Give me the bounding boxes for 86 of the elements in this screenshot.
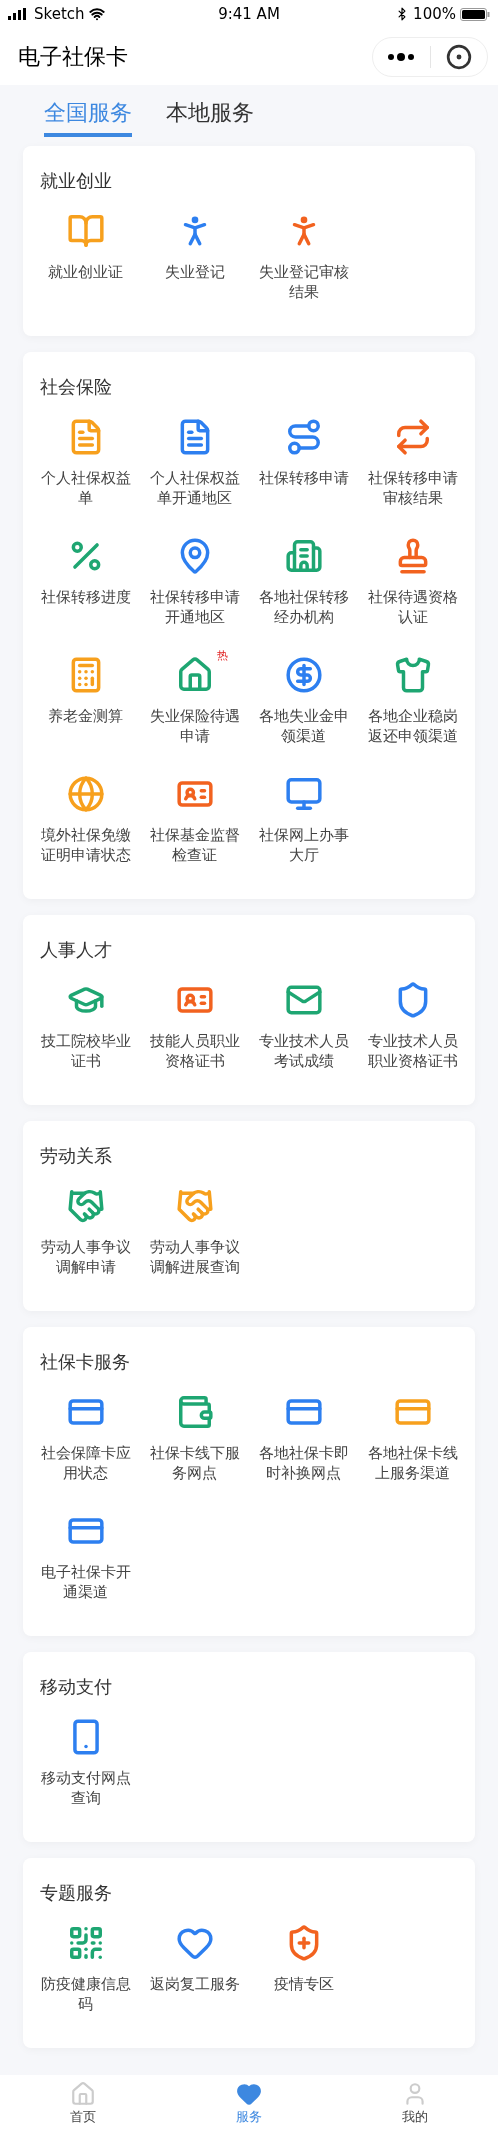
service-item[interactable]: 社保基金监督检查证: [140, 773, 249, 865]
section-title: 就业创业: [40, 168, 112, 193]
service-item[interactable]: 各地社保卡即时补换网点: [249, 1391, 358, 1483]
service-item[interactable]: 境外社保免缴证明申请状态: [31, 773, 140, 865]
service-label: 社保卡线下服务网点: [148, 1443, 241, 1483]
section-title: 社保卡服务: [40, 1349, 130, 1374]
service-item[interactable]: 移动支付网点查询: [31, 1716, 140, 1808]
service-item[interactable]: 养老金测算: [31, 654, 140, 746]
service-label: 个人社保权益单: [39, 468, 132, 508]
service-item[interactable]: 失业登记: [140, 210, 249, 302]
service-item[interactable]: 各地社保转移经办机构: [249, 535, 358, 627]
section-title: 移动支付: [40, 1674, 112, 1699]
section-title: 专题服务: [40, 1880, 112, 1905]
service-item[interactable]: 就业创业证: [31, 210, 140, 302]
service-label: 劳动人事争议调解申请: [39, 1237, 132, 1277]
section-title: 劳动关系: [40, 1143, 112, 1168]
service-item[interactable]: 各地企业稳岗返还申领渠道: [358, 654, 467, 746]
bottom-tab[interactable]: 首页: [0, 2080, 166, 2127]
service-item[interactable]: 劳动人事争议调解申请: [31, 1185, 140, 1277]
page-title: 电子社保卡: [18, 43, 128, 71]
service-label: 各地社保卡线上服务渠道: [366, 1443, 459, 1483]
service-label: 技工院校毕业证书: [39, 1031, 132, 1071]
service-label: 社保转移申请: [257, 468, 350, 488]
service-label: 社会保障卡应用状态: [39, 1443, 132, 1483]
service-label: 就业创业证: [47, 262, 124, 282]
service-item[interactable]: 防疫健康信息码: [31, 1922, 140, 2014]
service-label: 移动支付网点查询: [39, 1768, 132, 1808]
service-item[interactable]: 社保转移进度: [31, 535, 140, 627]
service-item[interactable]: 社保网上办事大厅: [249, 773, 358, 865]
service-label: 社保基金监督检查证: [148, 825, 241, 865]
service-item[interactable]: 劳动人事争议调解进展查询: [140, 1185, 249, 1277]
service-label: 劳动人事争议调解进展查询: [148, 1237, 241, 1277]
service-item[interactable]: 专业技术人员考试成绩: [249, 979, 358, 1071]
more-icon: [388, 52, 415, 61]
section-title: 人事人才: [40, 937, 112, 962]
service-label: 养老金测算: [47, 706, 124, 726]
service-item[interactable]: 社保转移申请: [249, 416, 358, 508]
service-item[interactable]: 失业登记审核结果: [249, 210, 358, 302]
service-item[interactable]: 技能人员职业资格证书: [140, 979, 249, 1071]
service-item[interactable]: 各地失业金申领渠道: [249, 654, 358, 746]
service-label: 技能人员职业资格证书: [148, 1031, 241, 1071]
service-label: 各地社保转移经办机构: [257, 587, 350, 627]
service-label: 疫情专区: [272, 1974, 335, 1994]
service-item[interactable]: 社保转移申请开通地区: [140, 535, 249, 627]
service-item[interactable]: 疫情专区: [249, 1922, 358, 2014]
home-icon: [70, 2080, 96, 2107]
service-label: 失业登记: [163, 262, 226, 282]
service-label: 返岗复工服务: [148, 1974, 241, 1994]
service-item[interactable]: 各地社保卡线上服务渠道: [358, 1391, 467, 1483]
service-item[interactable]: 专业技术人员职业资格证书: [358, 979, 467, 1071]
clock-text: 9:41 AM: [217, 3, 281, 25]
service-label: 各地失业金申领渠道: [257, 706, 350, 746]
carrier-text: Sketch: [34, 3, 85, 25]
service-label: 防疫健康信息码: [39, 1974, 132, 2014]
section-title: 社会保险: [40, 374, 112, 399]
service-label: 社保转移申请开通地区: [148, 587, 241, 627]
service-item[interactable]: 社保卡线下服务网点: [140, 1391, 249, 1483]
service-item[interactable]: 返岗复工服务: [140, 1922, 249, 2014]
service-label: 社保待遇资格认证: [366, 587, 459, 627]
service-label: 各地企业稳岗返还申领渠道: [366, 706, 459, 746]
service-item[interactable]: 技工院校毕业证书: [31, 979, 140, 1071]
service-label: 社保转移申请审核结果: [366, 468, 459, 508]
service-label: 境外社保免缴证明申请状态: [39, 825, 132, 865]
service-label: 社保转移进度: [39, 587, 132, 607]
service-item[interactable]: 个人社保权益单开通地区: [140, 416, 249, 508]
service-item[interactable]: 社会保障卡应用状态: [31, 1391, 140, 1483]
service-label: 电子社保卡开通渠道: [39, 1562, 132, 1602]
service-item[interactable]: 社保待遇资格认证: [358, 535, 467, 627]
service-label: 各地社保卡即时补换网点: [257, 1443, 350, 1483]
hot-label: 热: [216, 650, 228, 661]
service-label: 社保网上办事大厅: [257, 825, 350, 865]
wifi-icon: [88, 6, 105, 22]
battery-icon: [460, 7, 490, 21]
service-item[interactable]: 社保转移申请审核结果: [358, 416, 467, 508]
service-label: 失业保险待遇申请: [148, 706, 241, 746]
service-label: 专业技术人员职业资格证书: [366, 1031, 459, 1071]
bottom-tab[interactable]: 服务: [166, 2080, 332, 2127]
service-item[interactable]: 电子社保卡开通渠道: [31, 1510, 140, 1602]
battery-text: 100%: [413, 3, 456, 25]
target-icon: [445, 43, 472, 70]
service-label: 专业技术人员考试成绩: [257, 1031, 350, 1071]
service-label: 失业登记审核结果: [257, 262, 350, 302]
tab[interactable]: 本地服务: [166, 97, 254, 137]
bottom-tab[interactable]: 我的: [332, 2080, 498, 2127]
service-label: 个人社保权益单开通地区: [148, 468, 241, 508]
service-item[interactable]: 个人社保权益单: [31, 416, 140, 508]
